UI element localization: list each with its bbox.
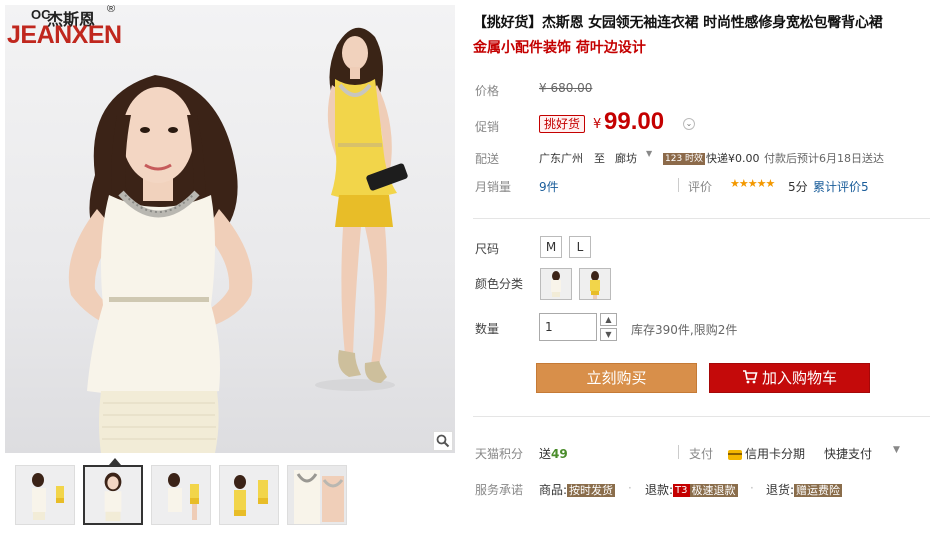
thumbnail-2[interactable] <box>83 465 143 525</box>
size-option-m[interactable]: M <box>540 236 562 258</box>
size-option-l[interactable]: L <box>569 236 591 258</box>
shipping-eta: 付款后预计6月18日送达 <box>764 152 884 165</box>
brand-name-en: JEANXEN <box>7 21 122 49</box>
rating-stars: ★★★★★ <box>730 177 775 190</box>
shipping-express-wrap: 123 时效 快递¥0.00 <box>663 150 760 166</box>
divider <box>678 445 679 459</box>
active-thumbnail-pointer <box>109 458 121 465</box>
shipping-from: 广东广州 <box>539 152 583 165</box>
currency-symbol: ¥ <box>593 117 602 132</box>
service-return: 退货: 赠运费险 <box>766 481 843 498</box>
stock-info: 库存390件,限购2件 <box>631 323 738 337</box>
credit-card-icon <box>728 449 742 460</box>
service-goods-tag: 按时发货 <box>567 484 616 497</box>
thumbnail-strip <box>15 465 347 525</box>
total-reviews-label: 累计评价 <box>813 180 862 194</box>
monthly-sales-count: 9件 <box>539 180 559 194</box>
color-option-yellow[interactable] <box>579 268 611 300</box>
quantity-increase-button[interactable]: ▲ <box>600 313 617 326</box>
monthly-sales-label: 月销量 <box>475 180 512 194</box>
cart-icon <box>742 370 758 384</box>
current-price: 99.00 <box>604 108 665 135</box>
points-value: 49 <box>551 447 568 461</box>
thumbnail-1[interactable] <box>15 465 75 525</box>
promo-tag: 挑好货 <box>539 115 586 133</box>
size-label: 尺码 <box>475 242 500 256</box>
product-title: 【挑好货】杰斯恩 女园领无袖连衣裙 时尚性感修身宽松包臀背心裙 <box>473 15 883 31</box>
delivery-badge: 123 时效 <box>663 153 706 165</box>
shipping-destination[interactable]: 廊坊 <box>615 150 637 166</box>
zoom-button[interactable] <box>433 431 453 451</box>
registered-mark: ® <box>107 5 116 15</box>
thumbnail-3[interactable] <box>151 465 211 525</box>
add-to-cart-label: 加入购物车 <box>761 369 837 387</box>
total-reviews-link[interactable]: 累计评价5 <box>813 178 869 195</box>
divider-line <box>473 416 930 417</box>
destination-dropdown-icon[interactable]: ▼ <box>646 149 652 158</box>
quick-pay-option[interactable]: 快捷支付 <box>824 445 872 462</box>
main-product-image[interactable]: OC 杰斯恩 ® JEANXEN <box>5 5 455 453</box>
service-refund: 退款: T3 极速退款 <box>645 481 738 498</box>
service-dot: · <box>628 481 632 495</box>
price-label: 价格 <box>475 84 500 98</box>
product-photo-illustration <box>68 27 408 453</box>
total-reviews-count: 5 <box>861 180 869 194</box>
service-return-label: 退货: <box>766 483 795 497</box>
service-refund-tag: 极速退款 <box>689 484 738 497</box>
magnifier-icon <box>436 434 450 448</box>
shipping-express: 快递¥0.00 <box>706 152 760 165</box>
pay-label: 支付 <box>689 447 714 461</box>
original-price: ¥ 680.00 <box>539 81 593 95</box>
rating-score: 5分 <box>788 180 808 194</box>
service-goods-label: 商品: <box>539 483 568 497</box>
promo-label: 促销 <box>475 120 500 134</box>
shipping-to-word: 至 <box>594 152 605 165</box>
buy-now-button[interactable]: 立刻购买 <box>536 363 697 393</box>
shipping-label: 配送 <box>475 152 500 166</box>
chevron-down-icon[interactable]: ⌄ <box>683 118 695 130</box>
service-refund-label: 退款: <box>645 483 674 497</box>
color-label: 颜色分类 <box>475 277 524 291</box>
service-dot: · <box>750 481 754 495</box>
quantity-decrease-button[interactable]: ▼ <box>600 328 617 341</box>
service-goods: 商品: 按时发货 <box>539 481 616 498</box>
price-panel: 价格 ¥ 680.00 促销 挑好货 ¥ 99.00 ⌄ 配送 广东广州 至 廊… <box>473 80 930 220</box>
service-return-tag: 赠运费险 <box>794 484 843 497</box>
points-label: 天猫积分 <box>475 447 524 461</box>
service-label: 服务承诺 <box>475 483 524 497</box>
installment-label: 信用卡分期 <box>745 447 806 461</box>
color-option-white[interactable] <box>540 268 572 300</box>
review-label: 评价 <box>688 180 713 194</box>
thumbnail-4[interactable] <box>219 465 279 525</box>
points-prefix: 送 <box>539 447 552 461</box>
quantity-label: 数量 <box>475 322 500 336</box>
installment-option[interactable]: 信用卡分期 <box>728 445 805 462</box>
product-gallery: OC 杰斯恩 ® JEANXEN <box>5 5 455 535</box>
divider-line <box>473 218 930 219</box>
service-refund-t3: T3 <box>673 484 690 497</box>
thumbnail-5[interactable] <box>287 465 347 525</box>
product-subtitle: 金属小配件装饰 荷叶边设计 <box>473 40 646 56</box>
add-to-cart-button[interactable]: 加入购物车 <box>709 363 870 393</box>
divider <box>678 178 679 192</box>
payment-dropdown-icon[interactable]: ▼ <box>893 445 900 455</box>
product-details: 【挑好货】杰斯恩 女园领无袖连衣裙 时尚性感修身宽松包臀背心裙 金属小配件装饰 … <box>473 12 930 497</box>
points-value-wrap: 送49 <box>539 445 568 462</box>
quantity-input[interactable]: 1 <box>539 313 597 341</box>
